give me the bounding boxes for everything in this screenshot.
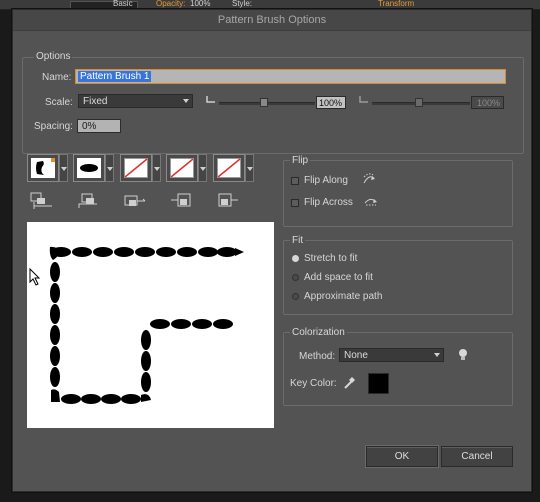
inner-corner-tile-dropdown[interactable] — [152, 154, 161, 182]
fit-group-title: Fit — [290, 235, 306, 246]
end-tile-dropdown[interactable] — [245, 154, 254, 182]
pattern-brush-options-dialog: Pattern Brush Options Options Name: Patt… — [12, 9, 532, 492]
scale-max-percent[interactable]: 100% — [471, 96, 504, 109]
chevron-down-icon — [200, 167, 206, 171]
opacity-value[interactable]: 100% — [190, 0, 210, 8]
flip-group — [283, 160, 513, 227]
scale-label: Scale: — [45, 97, 73, 108]
spacing-field[interactable]: 0% — [77, 119, 121, 133]
flip-across-label: Flip Across — [304, 197, 353, 208]
flip-group-title: Flip — [290, 155, 311, 166]
scale-select-value: Fixed — [83, 96, 108, 107]
name-field-value: Pattern Brush 1 — [78, 71, 152, 82]
name-field[interactable]: Pattern Brush 1 — [75, 69, 506, 84]
approximate-path-label: Approximate path — [304, 291, 383, 302]
start-tile-button[interactable] — [166, 154, 198, 182]
add-space-to-fit-label: Add space to fit — [304, 272, 373, 283]
key-color-label: Key Color: — [290, 378, 337, 389]
mouse-cursor-icon — [29, 267, 41, 286]
scale-max-icon — [359, 96, 368, 103]
chevron-down-icon — [61, 167, 67, 171]
scale-max-slider-handle[interactable] — [415, 98, 423, 107]
flip-along-label: Flip Along — [304, 175, 348, 186]
inner-corner-tile-type-icon — [124, 195, 146, 206]
colorization-group-title: Colorization — [290, 327, 347, 338]
scale-min-icon — [206, 96, 215, 103]
colorization-group — [283, 332, 513, 406]
flip-along-checkbox[interactable] — [291, 177, 299, 185]
chevron-down-icon — [183, 99, 189, 103]
method-select-value: None — [344, 350, 368, 361]
start-tile-dropdown[interactable] — [198, 154, 207, 182]
add-space-to-fit-radio[interactable] — [292, 274, 299, 281]
side-tile-type-icon — [30, 192, 52, 209]
chevron-down-icon — [247, 167, 253, 171]
name-label: Name: — [42, 72, 72, 83]
outer-corner-tile-preview — [77, 158, 101, 178]
end-tile-button[interactable] — [213, 154, 245, 182]
end-tile-type-icon — [218, 193, 238, 207]
ok-button[interactable]: OK — [366, 446, 438, 467]
chevron-down-icon — [434, 353, 440, 357]
no-tile-icon — [170, 158, 194, 178]
chevron-down-icon — [154, 167, 160, 171]
stretch-to-fit-radio[interactable] — [292, 255, 299, 262]
side-tile-preview — [31, 158, 55, 178]
flip-across-checkbox[interactable] — [291, 199, 299, 207]
no-tile-icon — [217, 158, 241, 178]
outer-corner-tile-button[interactable] — [73, 154, 105, 182]
side-tile-button[interactable] — [27, 154, 59, 182]
key-color-swatch[interactable] — [368, 373, 389, 394]
inner-corner-tile-button[interactable] — [120, 154, 152, 182]
eyedropper-icon[interactable] — [343, 374, 357, 390]
cancel-button[interactable]: Cancel — [441, 446, 513, 467]
flip-across-icon — [364, 198, 377, 206]
approximate-path-radio[interactable] — [292, 293, 299, 300]
transform-link[interactable]: Transform — [378, 0, 414, 8]
stretch-to-fit-label: Stretch to fit — [304, 253, 358, 264]
method-select[interactable]: None — [339, 348, 444, 362]
pattern-preview — [27, 222, 274, 428]
tips-lightbulb-icon[interactable] — [458, 348, 468, 362]
method-label: Method: — [299, 351, 336, 362]
spacing-label: Spacing: — [34, 121, 73, 132]
start-tile-type-icon — [171, 193, 191, 207]
outer-corner-tile-dropdown[interactable] — [105, 154, 114, 182]
outer-corner-tile-type-icon — [78, 193, 97, 208]
options-group-title: Options — [34, 51, 73, 62]
opacity-label[interactable]: Opacity: — [156, 0, 185, 8]
pattern-preview-art — [49, 246, 244, 404]
dialog-title: Pattern Brush Options — [13, 10, 531, 31]
style-label: Style: — [232, 0, 253, 8]
basic-label: Basic — [113, 0, 133, 8]
scale-min-percent[interactable]: 100% — [316, 96, 346, 109]
scale-select[interactable]: Fixed — [78, 94, 193, 108]
scale-min-slider-handle[interactable] — [260, 98, 268, 107]
flip-along-icon — [363, 173, 375, 184]
no-tile-icon — [124, 158, 148, 178]
side-tile-dropdown[interactable] — [59, 154, 68, 182]
chevron-down-icon — [107, 167, 113, 171]
